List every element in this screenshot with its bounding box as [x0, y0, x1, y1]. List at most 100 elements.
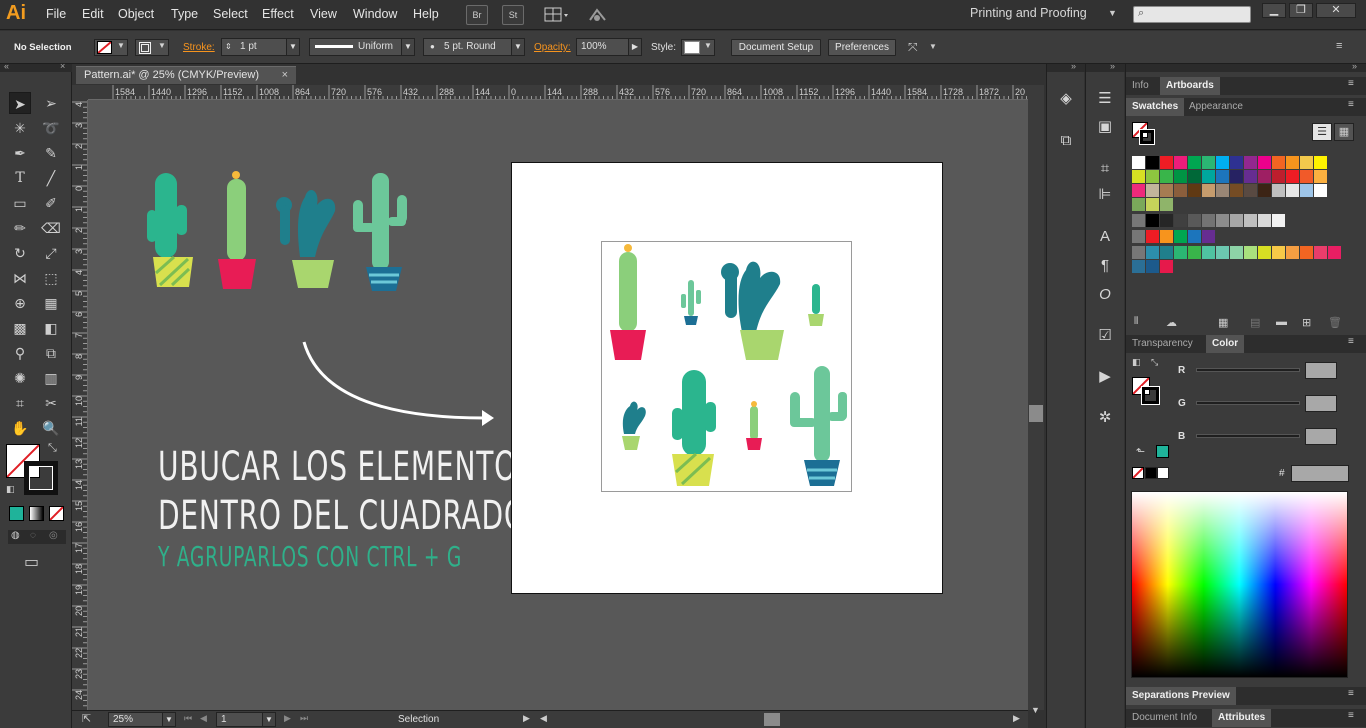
- color-swatch[interactable]: [1132, 170, 1145, 183]
- color-swatch[interactable]: [1216, 156, 1229, 169]
- cactus-small-1[interactable]: [681, 280, 701, 325]
- tab-separations-preview[interactable]: Separations Preview: [1126, 687, 1236, 705]
- transparency-panel-icon[interactable]: ▣: [1093, 116, 1117, 138]
- color-group-folder-icon[interactable]: [1132, 230, 1145, 243]
- color-swatch[interactable]: [1300, 246, 1313, 259]
- cactus-source-elements[interactable]: [140, 165, 430, 300]
- color-swatch[interactable]: [1272, 184, 1285, 197]
- artboard-navigation-dropdown[interactable]: 1 ▼: [216, 712, 276, 727]
- color-swatch[interactable]: [1272, 156, 1285, 169]
- draw-behind-icon[interactable]: ◌: [30, 530, 36, 541]
- color-swatch[interactable]: [1216, 214, 1229, 227]
- workspace-switcher[interactable]: Printing and Proofing: [970, 6, 1087, 20]
- restore-button[interactable]: ❐: [1289, 3, 1313, 18]
- vertical-scroll-thumb[interactable]: [1029, 405, 1043, 422]
- tab-appearance[interactable]: Appearance: [1183, 98, 1249, 116]
- opacity-field[interactable]: 100% ▶: [576, 38, 642, 56]
- color-swatch[interactable]: [1272, 214, 1285, 227]
- pattern-cacti-group[interactable]: [602, 242, 851, 491]
- gradient-tool-icon[interactable]: ◧: [40, 317, 62, 339]
- color-swatch[interactable]: [1244, 184, 1257, 197]
- color-swatch[interactable]: [1202, 170, 1215, 183]
- color-swatch[interactable]: [1300, 170, 1313, 183]
- zoom-dropdown[interactable]: 25% ▼: [108, 712, 176, 727]
- panel-menu-icon[interactable]: ≡: [1348, 336, 1354, 347]
- color-swatch[interactable]: [1230, 184, 1243, 197]
- collapse-icon[interactable]: »: [1352, 61, 1357, 71]
- scale-tool-icon[interactable]: ⤢: [40, 242, 62, 264]
- character-panel-icon[interactable]: A: [1093, 226, 1117, 248]
- tab-swatches[interactable]: Swatches: [1126, 98, 1185, 116]
- variable-width-profile-dropdown[interactable]: Uniform ▼: [309, 38, 415, 56]
- new-swatch-icon[interactable]: ⊞: [1302, 316, 1311, 329]
- cactus-small-3[interactable]: [746, 401, 762, 450]
- cactus-3-illustration[interactable]: [276, 190, 336, 288]
- collapse-icon[interactable]: »: [1110, 61, 1115, 71]
- menu-type[interactable]: Type: [171, 7, 198, 21]
- slice-tool-icon[interactable]: ✂: [40, 392, 62, 414]
- color-swatch[interactable]: [1174, 214, 1187, 227]
- show-kinds-icon[interactable]: ▦: [1218, 316, 1228, 329]
- color-spectrum[interactable]: [1131, 491, 1348, 678]
- zoom-tool-icon[interactable]: 🔍: [40, 417, 62, 439]
- color-swatch[interactable]: [1258, 246, 1271, 259]
- color-swatch[interactable]: [1188, 246, 1201, 259]
- cactus-green-big[interactable]: [672, 370, 716, 486]
- color-swatch[interactable]: [1188, 214, 1201, 227]
- lasso-tool-icon[interactable]: ➰: [40, 117, 62, 139]
- horizontal-ruler[interactable]: 1584 1440 1296 1152 1008 864 720 576 432 288 144 0 1…: [88, 85, 1028, 100]
- opacity-label[interactable]: Opacity:: [534, 42, 571, 53]
- cactus-blue-big[interactable]: [721, 261, 784, 360]
- rectangle-tool-icon[interactable]: ▭: [9, 192, 31, 214]
- tab-attributes[interactable]: Attributes: [1212, 709, 1272, 727]
- none-color-icon[interactable]: [1132, 467, 1144, 479]
- color-group-folder-icon[interactable]: [1132, 214, 1145, 227]
- curvature-tool-icon[interactable]: ✎: [40, 142, 62, 164]
- color-group-folder-icon[interactable]: [1132, 246, 1145, 259]
- shaper-tool-icon[interactable]: ✏: [9, 217, 31, 239]
- cactus-2-illustration[interactable]: [218, 171, 256, 289]
- color-swatch[interactable]: [1160, 214, 1173, 227]
- blue-value-field[interactable]: [1305, 428, 1337, 445]
- color-swatch[interactable]: [1230, 170, 1243, 183]
- dock-header[interactable]: »: [1086, 61, 1125, 72]
- rotate-tool-icon[interactable]: ↻: [9, 242, 31, 264]
- color-swatch[interactable]: [1314, 184, 1327, 197]
- chevron-down-icon[interactable]: ▼: [511, 39, 524, 55]
- cactus-mint-big[interactable]: [790, 366, 847, 486]
- transform-panel-icon[interactable]: ⌗: [1093, 158, 1117, 180]
- color-swatch[interactable]: [1160, 260, 1173, 273]
- color-swatch[interactable]: [1188, 184, 1201, 197]
- color-swatch[interactable]: [1160, 184, 1173, 197]
- color-swatch[interactable]: [1132, 156, 1145, 169]
- color-swatch[interactable]: [1160, 230, 1173, 243]
- preferences-button[interactable]: Preferences: [828, 39, 896, 56]
- menu-effect[interactable]: Effect: [262, 7, 294, 21]
- none-mode-icon[interactable]: [49, 506, 64, 521]
- stepper-icon[interactable]: ⇕: [225, 39, 232, 55]
- tab-info[interactable]: Info: [1126, 77, 1155, 95]
- color-swatch[interactable]: [1244, 156, 1257, 169]
- gamut-color-swatch[interactable]: [1156, 445, 1169, 458]
- brush-definition-dropdown[interactable]: ● 5 pt. Round ▼: [423, 38, 525, 56]
- bridge-button[interactable]: Br: [466, 5, 488, 25]
- color-swatch[interactable]: [1132, 260, 1145, 273]
- color-swatch[interactable]: [1286, 246, 1299, 259]
- stroke-color-box[interactable]: [24, 461, 58, 495]
- color-swatch[interactable]: [1146, 230, 1159, 243]
- minimize-button[interactable]: ▁: [1262, 3, 1286, 18]
- chevron-down-icon[interactable]: ▼: [929, 42, 937, 51]
- paragraph-panel-icon[interactable]: ¶: [1093, 255, 1117, 277]
- color-swatch[interactable]: [1286, 156, 1299, 169]
- color-swatch[interactable]: [1244, 246, 1257, 259]
- gradient-mode-icon[interactable]: [29, 506, 44, 521]
- chevron-right-icon[interactable]: ▶: [628, 39, 641, 55]
- color-swatch[interactable]: [1244, 170, 1257, 183]
- color-swatch[interactable]: [1146, 260, 1159, 273]
- arrange-documents-icon[interactable]: [544, 6, 572, 24]
- menu-edit[interactable]: Edit: [82, 7, 104, 21]
- color-swatch[interactable]: [1202, 156, 1215, 169]
- chevron-down-icon[interactable]: ▼: [286, 39, 299, 55]
- list-view-button[interactable]: ☰: [1312, 123, 1332, 141]
- column-graph-tool-icon[interactable]: ▥: [40, 367, 62, 389]
